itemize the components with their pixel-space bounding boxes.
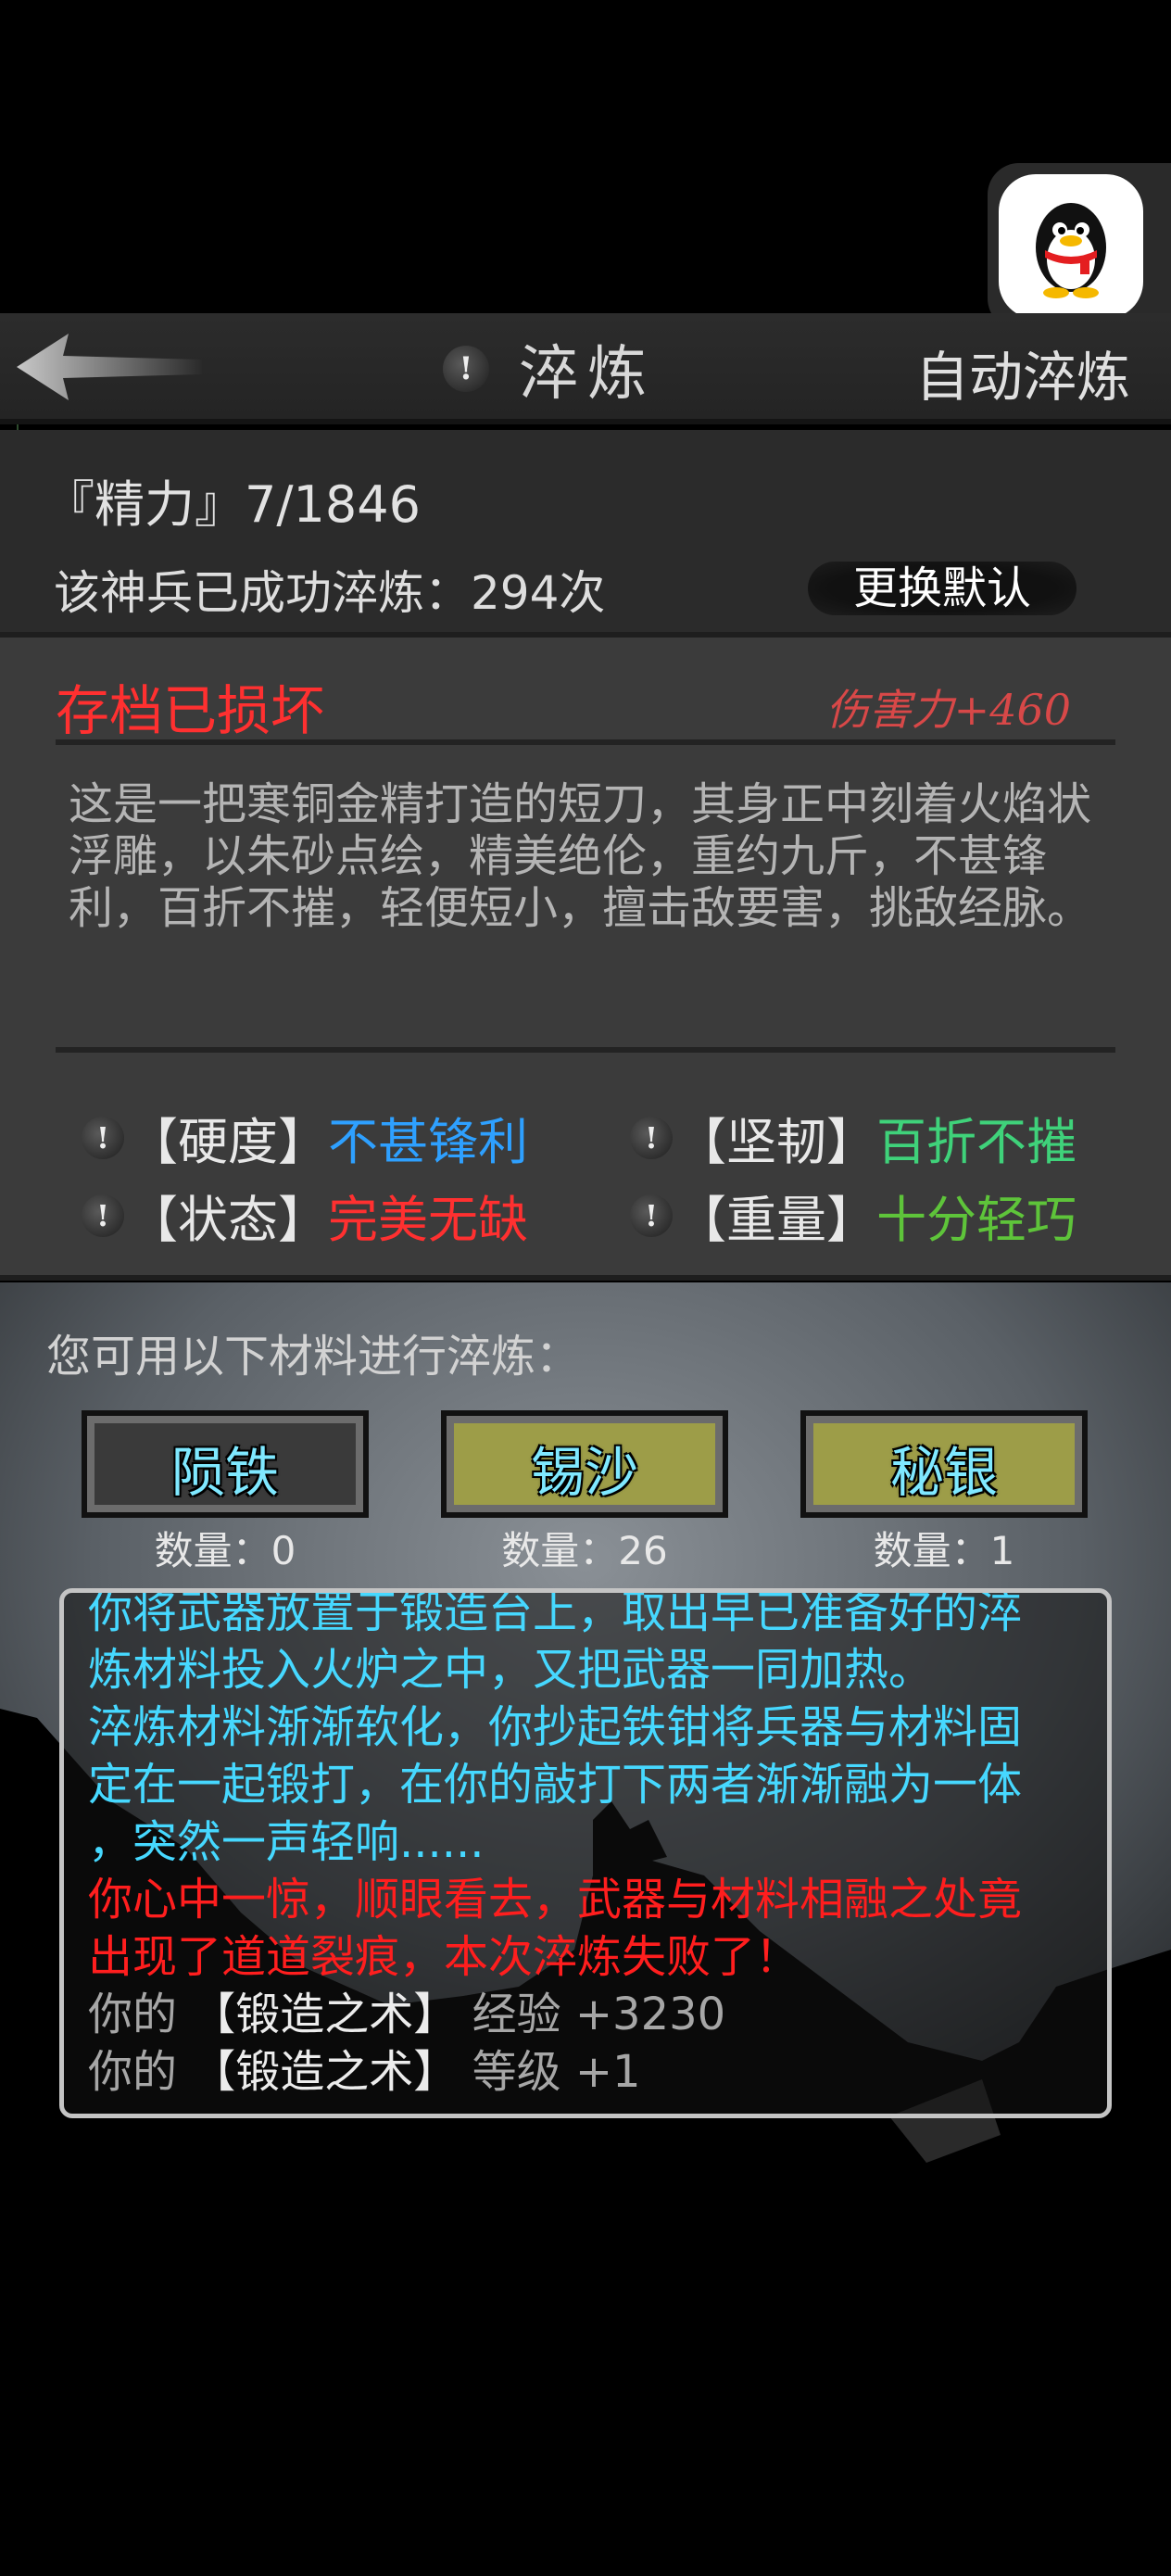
divider <box>56 739 1115 745</box>
auto-refine-button[interactable]: 自动淬炼 <box>915 334 1130 411</box>
material-button-meteoric-iron[interactable]: 陨铁 <box>82 1410 369 1518</box>
log-line: 淬炼材料渐渐软化，你抄起铁钳将兵器与材料固 <box>88 1701 1023 1753</box>
info-exclamation-icon[interactable]: ! <box>82 1193 124 1237</box>
log-line: 定在一起锻打，在你的敲打下两者渐渐融为一体 <box>88 1759 1023 1811</box>
refine-log-box[interactable]: 你将武器放置于锻造台上，取出早已准备好的淬 炼材料投入火炉之中，又把武器一同加热… <box>59 1588 1112 2118</box>
status-panel: 『精力』7/1846 该神兵已成功淬炼：294次 更换默认 <box>0 430 1171 632</box>
material-label: 陨铁 <box>170 1441 279 1504</box>
attribute-key: 【坚韧】 <box>676 1113 876 1171</box>
attribute-weight[interactable]: ! 【重量】 十分轻巧 <box>630 1179 1077 1252</box>
attribute-value: 十分轻巧 <box>876 1191 1077 1249</box>
save-status-text: 存档已损坏 <box>56 679 325 742</box>
log-prefix: 你的 <box>88 1989 178 2040</box>
header-bar: ! 淬炼 自动淬炼 <box>0 313 1171 424</box>
skill-exp-line: 你的 【锻造之术】 经验 +3230 <box>88 1986 1098 2043</box>
title-group: ! 淬炼 <box>443 330 656 409</box>
skill-level-line: 你的 【锻造之术】 等级 +1 <box>88 2043 1098 2101</box>
back-arrow-icon[interactable] <box>17 328 202 406</box>
skill-name: 【锻造之术】 <box>191 2046 459 2098</box>
skill-name: 【锻造之术】 <box>191 1989 459 2040</box>
switch-default-button[interactable]: 更换默认 <box>808 562 1077 615</box>
log-line: 出现了道道裂痕，本次淬炼失败了！ <box>88 1931 800 1983</box>
materials-heading: 您可用以下材料进行淬炼： <box>46 1331 581 1383</box>
log-line: ，突然一声轻响...... <box>88 1816 485 1868</box>
material-count: 数量：26 <box>501 1528 668 1573</box>
info-exclamation-icon[interactable]: ! <box>82 1116 124 1159</box>
material-label: 秘银 <box>889 1441 998 1504</box>
damage-stat: 伤害力+460 <box>825 685 1071 735</box>
attribute-key: 【硬度】 <box>128 1113 328 1171</box>
log-line: 炼材料投入火炉之中，又把武器一同加热。 <box>88 1644 934 1696</box>
attribute-value: 百折不摧 <box>876 1113 1077 1171</box>
log-line: 你将武器放置于锻造台上，取出早已准备好的淬 <box>88 1588 1023 1638</box>
log-suffix: 经验 +3230 <box>472 1989 726 2040</box>
attribute-toughness[interactable]: ! 【坚韧】 百折不摧 <box>630 1101 1077 1174</box>
material-count: 数量：1 <box>873 1528 1015 1573</box>
log-prefix: 你的 <box>88 2046 178 2098</box>
info-exclamation-icon[interactable]: ! <box>630 1193 673 1237</box>
log-line: 你心中一惊，顺眼看去，武器与材料相融之处竟 <box>88 1874 1023 1926</box>
material-button-mithril[interactable]: 秘银 <box>800 1410 1088 1518</box>
material-button-tin-sand[interactable]: 锡沙 <box>441 1410 728 1518</box>
qq-floating-badge[interactable] <box>988 163 1171 330</box>
material-label: 锡沙 <box>530 1441 638 1504</box>
qq-penguin-icon <box>1036 203 1106 298</box>
info-exclamation-icon[interactable]: ! <box>630 1116 673 1159</box>
log-suffix: 等级 +1 <box>472 2046 641 2098</box>
divider <box>56 1047 1115 1053</box>
weapon-detail-panel: 存档已损坏 伤害力+460 这是一把寒铜金精打造的短刀，其身正中刻着火焰状浮雕，… <box>0 632 1171 1281</box>
attribute-hardness[interactable]: ! 【硬度】 不甚锋利 <box>82 1101 528 1174</box>
attribute-condition[interactable]: ! 【状态】 完美无缺 <box>82 1179 528 1252</box>
attribute-key: 【重量】 <box>676 1191 876 1249</box>
attribute-value: 完美无缺 <box>328 1191 528 1249</box>
weapon-description: 这是一把寒铜金精打造的短刀，其身正中刻着火焰状浮雕，以朱砂点绘，精美绝伦，重约九… <box>69 778 1092 934</box>
refine-log-text: 你将武器放置于锻造台上，取出早已准备好的淬 炼材料投入火炉之中，又把武器一同加热… <box>88 1588 1098 2101</box>
info-exclamation-icon[interactable]: ! <box>443 346 489 392</box>
refine-count-text: 该神兵已成功淬炼：294次 <box>54 566 606 620</box>
energy-readout: 『精力』7/1846 <box>44 475 421 534</box>
qq-icon-tile[interactable] <box>999 174 1143 319</box>
page-title: 淬炼 <box>519 340 656 409</box>
attribute-key: 【状态】 <box>128 1191 328 1249</box>
attribute-value: 不甚锋利 <box>328 1113 528 1171</box>
material-count: 数量：0 <box>154 1528 296 1573</box>
